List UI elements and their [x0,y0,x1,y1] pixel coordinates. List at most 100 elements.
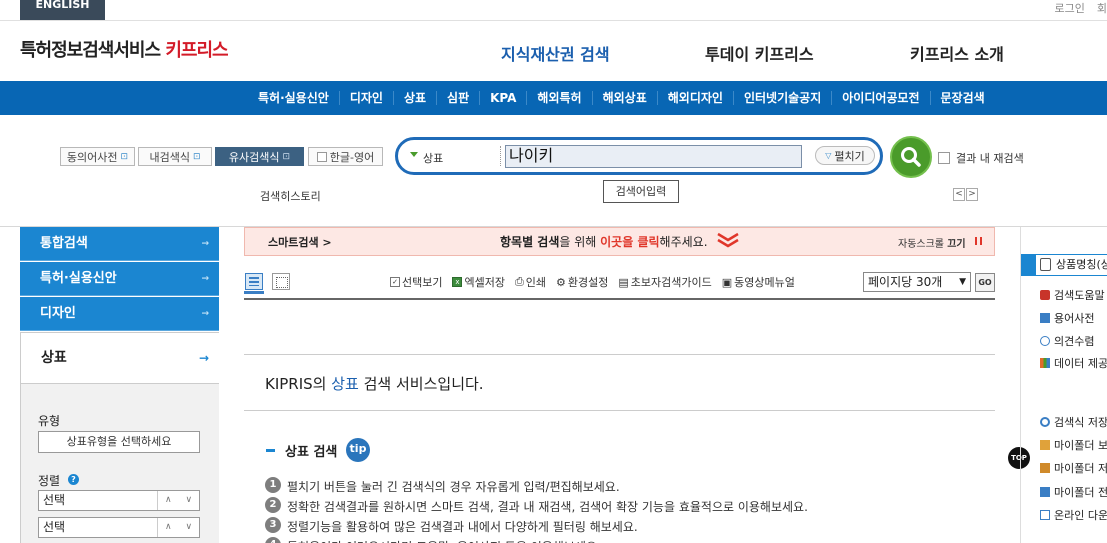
tip-item: 정확한 검색결과를 원하시면 스마트 검색, 결과 내 재검색, 검색어 확장 … [287,500,808,514]
document-icon: ▤ [618,275,629,289]
select-view-tool[interactable]: ✓ 선택보기 [390,274,442,290]
right-link-folder-view[interactable]: 마이폴더 보 [1040,437,1107,453]
signup-link[interactable]: 회 [1097,2,1107,15]
menu-kpa[interactable]: KPA [479,91,526,105]
sort-label: 정렬 [38,474,61,488]
menu-foreign-patent[interactable]: 해외특허 [526,91,591,105]
gnb-today-kipris[interactable]: 투데이 키프리스 [705,41,814,65]
trademark-type-select[interactable]: 상표유형을 선택하세요 [38,431,200,453]
smart-search-message[interactable]: 항목별 검색을 위해 이곳을 클릭해주세요. [500,233,708,250]
settings-tool[interactable]: ⚙ 환경설정 [556,274,608,290]
sort-asc-button[interactable]: ∧ [158,518,179,537]
gnb-ip-search[interactable]: 지식재산권 검색 [501,41,610,65]
right-link-feedback[interactable]: 의견수렴 [1040,333,1094,349]
print-tool[interactable]: ⎙ 인쇄 [515,274,546,290]
right-link-save-query[interactable]: 검색식 저장 [1040,414,1107,430]
arrow-box-icon: ⊡ [192,151,201,162]
list-view-icon[interactable] [245,273,263,290]
excel-save-tool[interactable]: x 엑셀저장 [452,274,505,290]
arrow-box-icon: ⊡ [120,151,129,162]
expand-icon: ▽ [825,151,832,160]
right-link-folder-all[interactable]: 마이폴더 전 [1040,484,1107,500]
menu-trial[interactable]: 심판 [436,91,479,105]
divider [500,146,501,166]
book-icon [1040,313,1050,323]
help-icon[interactable]: ? [68,474,79,485]
checkbox-icon[interactable] [938,152,950,164]
right-link-label: 검색도움말 [1054,289,1105,302]
auto-scroll-toggle[interactable]: 자동스크롤 끄기 [898,235,966,250]
synonym-dict-button[interactable]: 동의어사전 ⊡ [60,147,135,166]
number-4-icon: 4 [265,537,281,543]
sort-value: 선택 [43,520,66,534]
search-input[interactable]: 나이키 [505,145,802,168]
login-link[interactable]: 로그인 [1055,2,1085,15]
chevron-down-icon [717,232,739,248]
sort-select-2[interactable]: 선택 ∧ ∨ [38,517,200,538]
auto-scroll-label: 자동스크롤 [898,239,948,250]
right-link-label: 검색식 저장 [1054,416,1107,429]
scroll-top-button[interactable]: TOP [1008,447,1030,469]
search-history-link[interactable]: 검색히스토리 [260,188,321,204]
right-link-folder-save[interactable]: 마이폴더 저 [1040,460,1107,476]
expand-label: 펼치기 [834,149,865,163]
gnb-about[interactable]: 키프리스 소개 [910,41,1004,65]
sort-desc-button[interactable]: ∨ [179,491,200,510]
per-page-value: 페이지당 30개 [868,275,943,289]
menu-foreign-design[interactable]: 해외디자인 [656,91,733,105]
divider [0,20,1107,21]
per-page-select[interactable]: 페이지당 30개 ▼ [863,272,971,292]
right-link-help[interactable]: 검색도움말 [1040,287,1105,303]
menu-internet-tech[interactable]: 인터넷기술공지 [732,91,831,105]
right-link-label: 마이폴더 보 [1054,439,1107,452]
my-query-button[interactable]: 내검색식 ⊡ [138,147,212,166]
right-link-label: 데이터 제공 [1054,357,1107,370]
menu-idea-contest[interactable]: 아이디어공모전 [831,91,929,105]
right-link-data[interactable]: 데이터 제공 [1040,355,1107,371]
magnifier-icon [1040,417,1050,427]
sort-select-1[interactable]: 선택 ∧ ∨ [38,490,200,511]
grid-view-icon[interactable] [272,273,290,290]
menu-design[interactable]: 디자인 [338,91,393,105]
leftnav-patent[interactable]: 특허·실용신안 → [20,262,219,296]
research-in-results[interactable]: 결과 내 재검색 [938,150,1024,166]
smart-msg-link[interactable]: 이곳을 클릭 [600,235,659,249]
menu-sentence-search[interactable]: 문장검색 [929,91,995,105]
english-link[interactable]: ENGLISH [20,0,105,20]
intro-emphasis: 상표 [331,375,359,393]
right-link-dictionary[interactable]: 용어사전 [1040,310,1094,326]
menu-patent[interactable]: 특허·실용신안 [248,91,339,105]
beginner-guide-tool[interactable]: ▤ 초보자검색가이드 [618,274,711,290]
per-page-go-button[interactable]: GO [975,273,995,292]
search-category-select[interactable]: 상표 [423,150,443,166]
logo-main: 특허정보검색서비스 [20,40,161,61]
logo[interactable]: 특허정보검색서비스 키프리스 [20,36,229,62]
arrow-right-icon: → [201,309,209,319]
korean-english-toggle[interactable]: 한글-영어 [308,147,383,166]
expand-button[interactable]: ▽ 펼치기 [815,146,875,165]
leftnav-trademark[interactable]: 상표 → [20,332,219,384]
checkbox-checked-icon: ✓ [390,277,400,287]
right-link-online-download[interactable]: 온라인 다운 [1040,507,1107,523]
folder-icon [1040,487,1050,497]
checkbox-icon [316,151,327,162]
search-tooltip: 검색어입력 [603,180,679,203]
chevron-down-icon: ▼ [959,277,966,287]
smart-search-label[interactable]: 스마트검색 > [268,234,332,250]
search-button[interactable] [890,136,932,178]
bar-chart-icon [1040,358,1050,368]
video-manual-tool[interactable]: ▣ 동영상메뉴얼 [722,274,795,290]
leftnav-design[interactable]: 디자인 → [20,297,219,331]
leftnav-integrated-search[interactable]: 통합검색 → [20,227,219,261]
pause-icon [975,237,982,245]
menu-trademark[interactable]: 상표 [392,91,436,105]
similar-query-button[interactable]: 유사검색식 ⊡ [215,147,304,166]
menu-foreign-trademark[interactable]: 해외상표 [591,91,657,105]
right-link-label: 용어사전 [1054,312,1095,325]
number-1-icon: 1 [265,477,281,493]
sort-desc-button[interactable]: ∨ [179,518,200,537]
history-prev-button[interactable]: < [953,188,965,201]
logo-brand: 키프리스 [165,40,228,61]
history-next-button[interactable]: > [966,188,978,201]
sort-asc-button[interactable]: ∧ [158,491,179,510]
